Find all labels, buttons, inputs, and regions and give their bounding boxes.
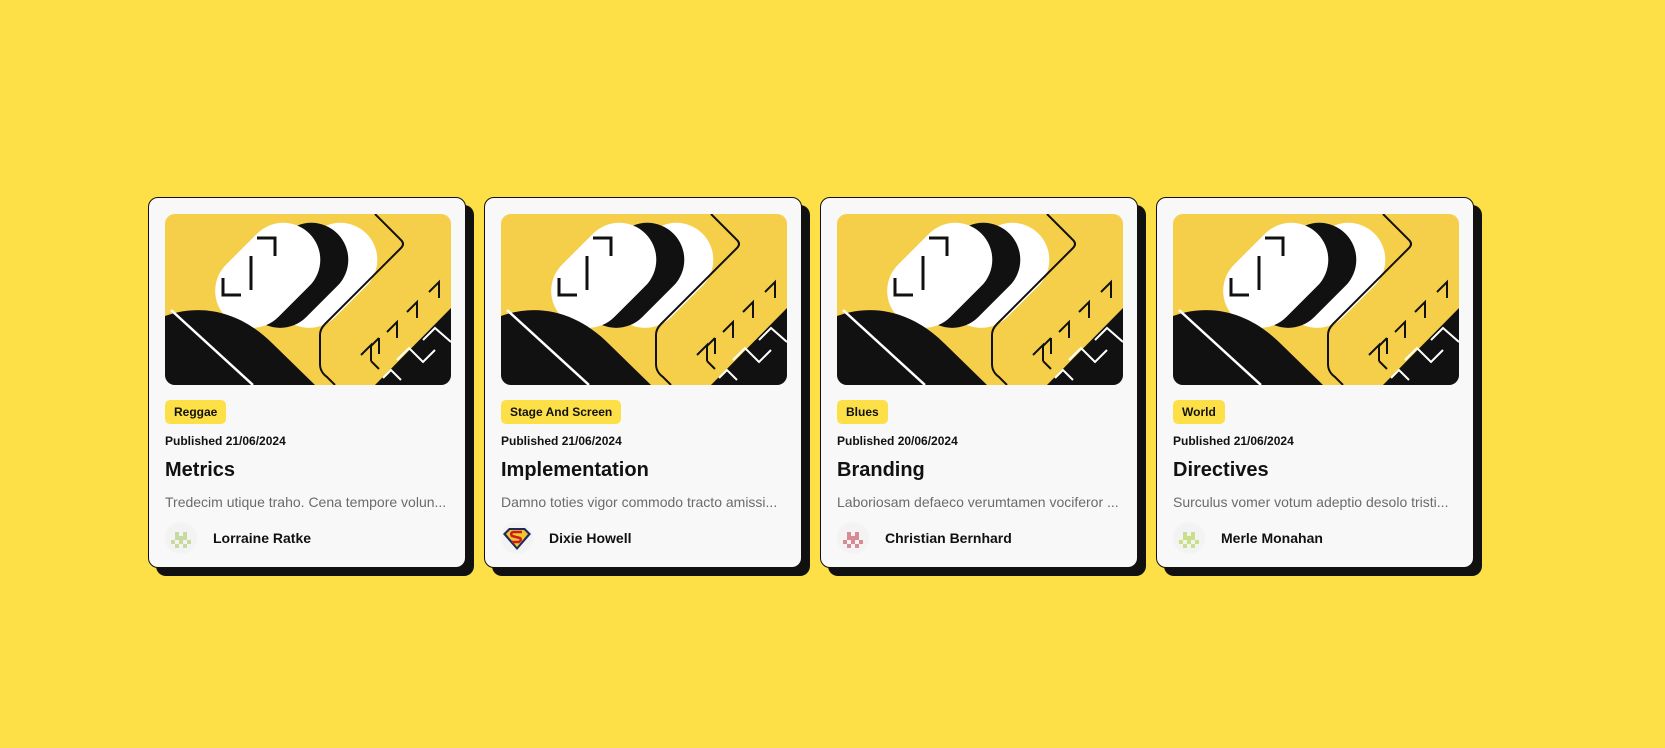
author[interactable]: Lorraine Ratke [165, 522, 449, 554]
author[interactable]: Merle Monahan [1173, 522, 1457, 554]
published-label: Published [837, 434, 895, 448]
category-tag[interactable]: Stage And Screen [501, 400, 622, 424]
article-title[interactable]: Metrics [165, 458, 449, 482]
article-title[interactable]: Implementation [501, 458, 785, 482]
article-excerpt: Tredecim utique traho. Cena tempore volu… [165, 494, 447, 510]
published-label: Published [165, 434, 223, 448]
article-title[interactable]: Directives [1173, 458, 1457, 482]
pixel-avatar-icon [1173, 522, 1205, 554]
article-excerpt: Surculus vomer votum adeptio desolo tris… [1173, 494, 1449, 510]
author-name[interactable]: Lorraine Ratke [213, 530, 311, 546]
pixel-avatar-icon [837, 522, 869, 554]
published-date-value: 21/06/2024 [225, 434, 286, 448]
published-date: Published 21/06/2024 [501, 434, 785, 448]
article-card-3[interactable]: Blues Published 20/06/2024 Branding Labo… [820, 197, 1138, 568]
author-name[interactable]: Dixie Howell [549, 530, 631, 546]
author-name[interactable]: Christian Bernhard [885, 530, 1012, 546]
article-excerpt: Laboriosam defaeco verumtamen vociferor … [837, 494, 1119, 510]
cover-illustration [165, 214, 451, 385]
article-card-2[interactable]: Stage And Screen Published 21/06/2024 Im… [484, 197, 802, 568]
article-excerpt: Damno toties vigor commodo tracto amissi… [501, 494, 778, 510]
cover-illustration [837, 214, 1123, 385]
pixel-avatar-icon [165, 522, 197, 554]
article-card-list: Reggae Published 21/06/2024 Metrics Tred… [148, 197, 1474, 568]
published-date: Published 20/06/2024 [837, 434, 1121, 448]
cover-illustration [501, 214, 787, 385]
superman-shield-icon [501, 522, 533, 554]
article-card-4[interactable]: World Published 21/06/2024 Directives Su… [1156, 197, 1474, 568]
category-tag[interactable]: Reggae [165, 400, 227, 424]
article-title[interactable]: Branding [837, 458, 1121, 482]
cover-illustration [1173, 214, 1459, 385]
author-name[interactable]: Merle Monahan [1221, 530, 1323, 546]
published-label: Published [1173, 434, 1231, 448]
article-card-1[interactable]: Reggae Published 21/06/2024 Metrics Tred… [148, 197, 466, 568]
published-date-value: 20/06/2024 [897, 434, 958, 448]
author[interactable]: Dixie Howell [501, 522, 785, 554]
published-date-value: 21/06/2024 [561, 434, 622, 448]
category-tag[interactable]: Blues [837, 400, 888, 424]
published-date: Published 21/06/2024 [165, 434, 449, 448]
author[interactable]: Christian Bernhard [837, 522, 1121, 554]
category-tag[interactable]: World [1173, 400, 1225, 424]
published-date: Published 21/06/2024 [1173, 434, 1457, 448]
published-date-value: 21/06/2024 [1233, 434, 1294, 448]
published-label: Published [501, 434, 559, 448]
